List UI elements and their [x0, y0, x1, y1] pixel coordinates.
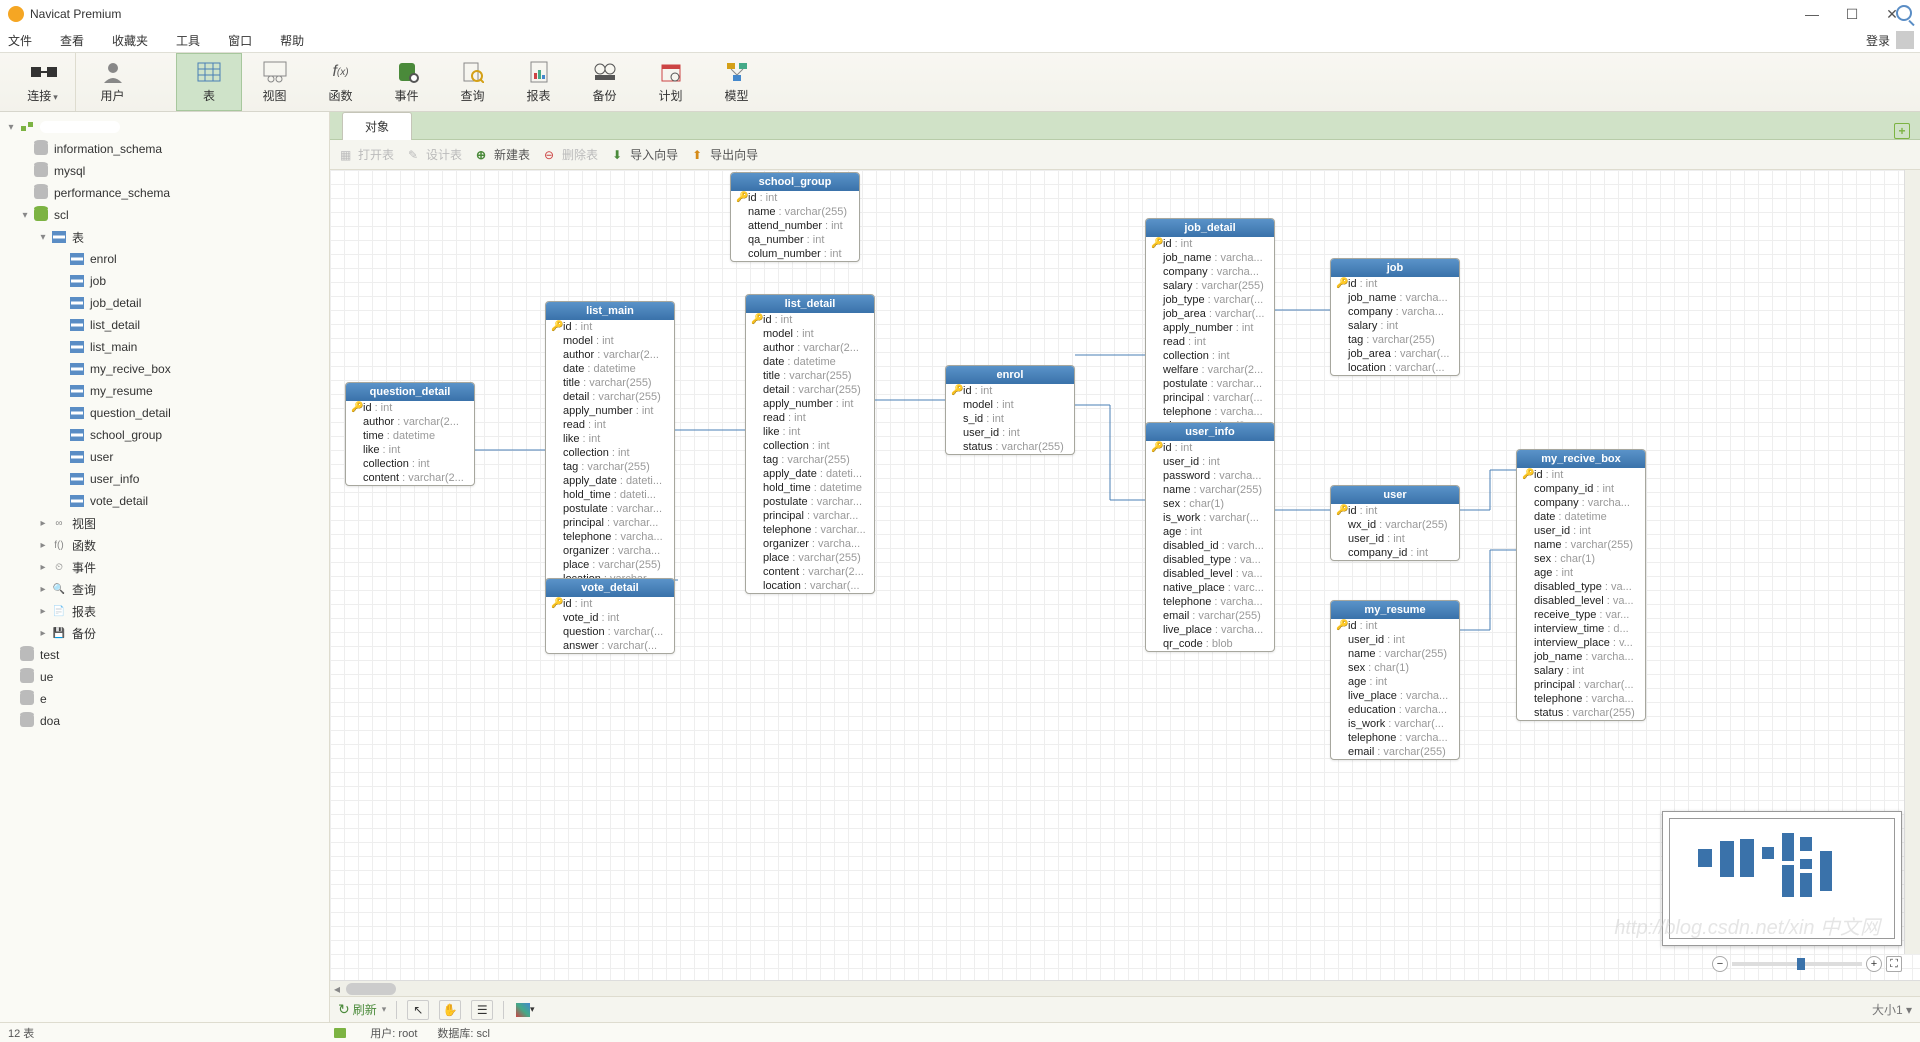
toolbar-connect[interactable]: 连接	[10, 53, 76, 111]
entity-list_main[interactable]: list_main🔑id: intmodel: intauthor: varch…	[545, 301, 675, 587]
tree-category[interactable]: ▸💾备份	[0, 622, 329, 644]
avatar-icon[interactable]	[1896, 31, 1914, 49]
tree-table[interactable]: job	[0, 270, 329, 292]
content-area: 对象 + ▦打开表 ✎设计表 ⊕新建表 ⊖删除表 ⬇导入向导 ⬆导出向导 sch…	[330, 112, 1920, 1022]
zoom-in-button[interactable]: +	[1866, 956, 1882, 972]
maximize-button[interactable]: ☐	[1832, 6, 1872, 23]
add-tab-button[interactable]: +	[1894, 123, 1910, 139]
tree-category[interactable]: ▸f()函数	[0, 534, 329, 556]
tool-color[interactable]: ▾	[514, 1000, 536, 1020]
entity-user_info[interactable]: user_info🔑id: intuser_id: intpassword: v…	[1145, 422, 1275, 652]
status-bar: 12 表 用户: root 数据库: scl	[0, 1022, 1920, 1042]
entity-job[interactable]: job🔑id: intjob_name: varcha...company: v…	[1330, 258, 1460, 376]
tab-objects[interactable]: 对象	[342, 112, 412, 140]
sub-toolbar: ▦打开表 ✎设计表 ⊕新建表 ⊖删除表 ⬇导入向导 ⬆导出向导	[330, 140, 1920, 170]
search-icon[interactable]	[1896, 5, 1912, 21]
btn-export[interactable]: ⬆导出向导	[692, 146, 758, 163]
scrollbar-horizontal[interactable]: ◂	[330, 980, 1920, 996]
tree-table[interactable]: question_detail	[0, 402, 329, 424]
entity-question_detail[interactable]: question_detail🔑id: intauthor: varchar(2…	[345, 382, 475, 486]
tree-schema[interactable]: information_schema	[0, 138, 329, 160]
app-title: Navicat Premium	[30, 7, 1792, 21]
toolbar-plan[interactable]: 计划	[638, 53, 704, 111]
toolbar-user[interactable]: 用户	[80, 53, 146, 111]
tree-db[interactable]: doa	[0, 710, 329, 732]
toolbar-model[interactable]: 模型	[704, 53, 770, 111]
toolbar-view[interactable]: 视图	[242, 53, 308, 111]
tree-schema[interactable]: performance_schema	[0, 182, 329, 204]
btn-delete-table[interactable]: ⊖删除表	[544, 146, 598, 163]
tree-table[interactable]: vote_detail	[0, 490, 329, 512]
entity-my_recive_box[interactable]: my_recive_box🔑id: intcompany_id: intcomp…	[1516, 449, 1646, 721]
zoom-out-button[interactable]: −	[1712, 956, 1728, 972]
entity-my_resume[interactable]: my_resume🔑id: intuser_id: intname: varch…	[1330, 600, 1460, 760]
minimize-button[interactable]: —	[1792, 6, 1832, 22]
btn-open-table[interactable]: ▦打开表	[340, 146, 394, 163]
tree-table[interactable]: my_resume	[0, 380, 329, 402]
entity-user[interactable]: user🔑id: intwx_id: varchar(255)user_id: …	[1330, 485, 1460, 561]
refresh-button[interactable]: ↻刷新▾	[338, 1001, 386, 1018]
menu-file[interactable]: 文件	[6, 30, 34, 51]
tree-category[interactable]: ▸🔍查询	[0, 578, 329, 600]
entity-enrol[interactable]: enrol🔑id: intmodel: ints_id: intuser_id:…	[945, 365, 1075, 455]
toolbar-backup[interactable]: 备份	[572, 53, 638, 111]
tool-hand[interactable]: ✋	[439, 1000, 461, 1020]
tree-category[interactable]: ▸📄报表	[0, 600, 329, 622]
tree-db[interactable]: ue	[0, 666, 329, 688]
menu-help[interactable]: 帮助	[278, 30, 306, 51]
tree-db[interactable]: e	[0, 688, 329, 710]
zoom-fit-button[interactable]: ⛶	[1886, 956, 1902, 972]
tree-category[interactable]: ▸⏲事件	[0, 556, 329, 578]
tool-pointer[interactable]: ↖	[407, 1000, 429, 1020]
toolbar-query[interactable]: 查询	[440, 53, 506, 111]
menu-bar: 文件 查看 收藏夹 工具 窗口 帮助 登录	[0, 28, 1920, 52]
tree-connection[interactable]: ▾	[0, 116, 329, 138]
tab-row: 对象 +	[330, 112, 1920, 140]
tool-align[interactable]: ☰	[471, 1000, 493, 1020]
menu-favorites[interactable]: 收藏夹	[110, 30, 150, 51]
btn-import[interactable]: ⬇导入向导	[612, 146, 678, 163]
entity-school_group[interactable]: school_group🔑id: intname: varchar(255)at…	[730, 172, 860, 262]
main-toolbar: 连接 用户 表 视图 f(x)函数 事件 查询 报表 备份 计划 模型	[0, 52, 1920, 112]
tree-table[interactable]: list_main	[0, 336, 329, 358]
zoom-slider[interactable]	[1732, 962, 1862, 966]
title-bar: Navicat Premium — ☐ ✕	[0, 0, 1920, 28]
entity-list_detail[interactable]: list_detail🔑id: intmodel: intauthor: var…	[745, 294, 875, 594]
btn-new-table[interactable]: ⊕新建表	[476, 146, 530, 163]
tree-schema[interactable]: mysql	[0, 160, 329, 182]
zoom-control[interactable]: − + ⛶	[1712, 956, 1902, 972]
tree-table[interactable]: job_detail	[0, 292, 329, 314]
watermark: http://blog.csdn.net/xin 中文网	[1614, 911, 1880, 940]
entity-job_detail[interactable]: job_detail🔑id: intjob_name: varcha...com…	[1145, 218, 1275, 434]
tree-db[interactable]: test	[0, 644, 329, 666]
toolbar-event[interactable]: 事件	[374, 53, 440, 111]
tree-tables-folder[interactable]: ▾表	[0, 226, 329, 248]
toolbar-table[interactable]: 表	[176, 53, 242, 111]
scrollbar-vertical[interactable]	[1904, 170, 1920, 954]
tree-category[interactable]: ▸∞视图	[0, 512, 329, 534]
toolbar-function[interactable]: f(x)函数	[308, 53, 374, 111]
entity-vote_detail[interactable]: vote_detail🔑id: intvote_id: intquestion:…	[545, 578, 675, 654]
tree-table[interactable]: enrol	[0, 248, 329, 270]
menu-view[interactable]: 查看	[58, 30, 86, 51]
tree-table[interactable]: my_recive_box	[0, 358, 329, 380]
menu-tools[interactable]: 工具	[174, 30, 202, 51]
login-link[interactable]: 登录	[1866, 32, 1890, 49]
tree-table[interactable]: user	[0, 446, 329, 468]
menu-window[interactable]: 窗口	[226, 30, 254, 51]
object-tree[interactable]: ▾ information_schemamysqlperformance_sch…	[0, 112, 330, 1022]
tree-table[interactable]: user_info	[0, 468, 329, 490]
tree-table[interactable]: list_detail	[0, 314, 329, 336]
bottom-toolbar: ↻刷新▾ ↖ ✋ ☰ ▾ 大小1 ▾	[330, 996, 1920, 1022]
app-logo-icon	[8, 6, 24, 22]
tree-table[interactable]: school_group	[0, 424, 329, 446]
status-count: 12 表	[8, 1025, 34, 1041]
tree-db-scl[interactable]: ▾scl	[0, 204, 329, 226]
btn-design-table[interactable]: ✎设计表	[408, 146, 462, 163]
toolbar-report[interactable]: 报表	[506, 53, 572, 111]
